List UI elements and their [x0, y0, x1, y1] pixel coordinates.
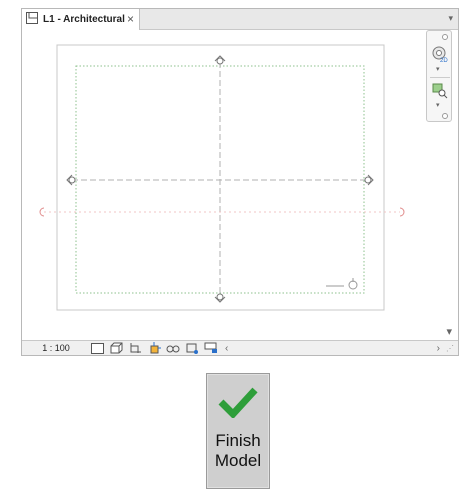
- tab-title: L1 - Architectural: [43, 14, 125, 25]
- survey-point-icon: [326, 278, 358, 290]
- elevation-marker-right: [364, 174, 374, 186]
- resize-grip-icon[interactable]: ⋰: [446, 344, 454, 353]
- finish-model-label: Finish Model: [214, 431, 262, 470]
- vertical-scroll-down-icon[interactable]: ▾: [446, 325, 452, 338]
- detail-level-icon[interactable]: [90, 342, 104, 355]
- view-window: L1 - Architectural × ▾ 2D ▾ ▾ ▾ 1: 100 …: [21, 8, 459, 356]
- drawing-canvas[interactable]: [22, 30, 442, 340]
- shadows-icon[interactable]: [147, 342, 161, 355]
- render-icon[interactable]: [166, 342, 180, 355]
- close-tab-icon[interactable]: ×: [127, 12, 134, 26]
- view-control-bar: 1 : 100 ‹ › ⋰: [22, 340, 458, 355]
- scroll-left-icon[interactable]: ‹: [225, 343, 228, 354]
- scroll-right-icon[interactable]: ›: [437, 343, 440, 354]
- view-tab-bar: L1 - Architectural × ▾: [22, 9, 458, 30]
- steering-wheel-2d-icon[interactable]: 2D: [431, 45, 449, 68]
- tab-menu-icon[interactable]: ▾: [448, 13, 453, 24]
- elevation-marker-top: [214, 55, 226, 65]
- checkmark-icon: [218, 386, 258, 423]
- visual-style-icon[interactable]: [109, 342, 123, 355]
- navbar-close-icon[interactable]: [442, 34, 448, 40]
- zoom-chevron-down-icon[interactable]: ▾: [436, 101, 440, 109]
- show-crop-icon[interactable]: [204, 342, 218, 355]
- sun-path-icon[interactable]: [128, 342, 142, 355]
- navbar-options-icon[interactable]: [442, 113, 448, 119]
- navigation-bar: 2D ▾ ▾: [426, 30, 452, 122]
- floor-plan-icon: [26, 11, 38, 29]
- elevation-marker-left: [66, 174, 76, 186]
- crop-view-icon[interactable]: [185, 342, 199, 355]
- chevron-down-icon[interactable]: ▾: [436, 65, 440, 73]
- section-marker-right: [399, 207, 405, 217]
- view-scale[interactable]: 1 : 100: [22, 343, 90, 353]
- zoom-region-icon[interactable]: [432, 83, 448, 104]
- elevation-marker-bottom: [214, 293, 226, 303]
- finish-model-button[interactable]: Finish Model: [206, 373, 270, 489]
- svg-text:2D: 2D: [440, 58, 448, 63]
- tab-l1-architectural[interactable]: L1 - Architectural ×: [22, 9, 140, 30]
- section-marker-left: [39, 207, 45, 217]
